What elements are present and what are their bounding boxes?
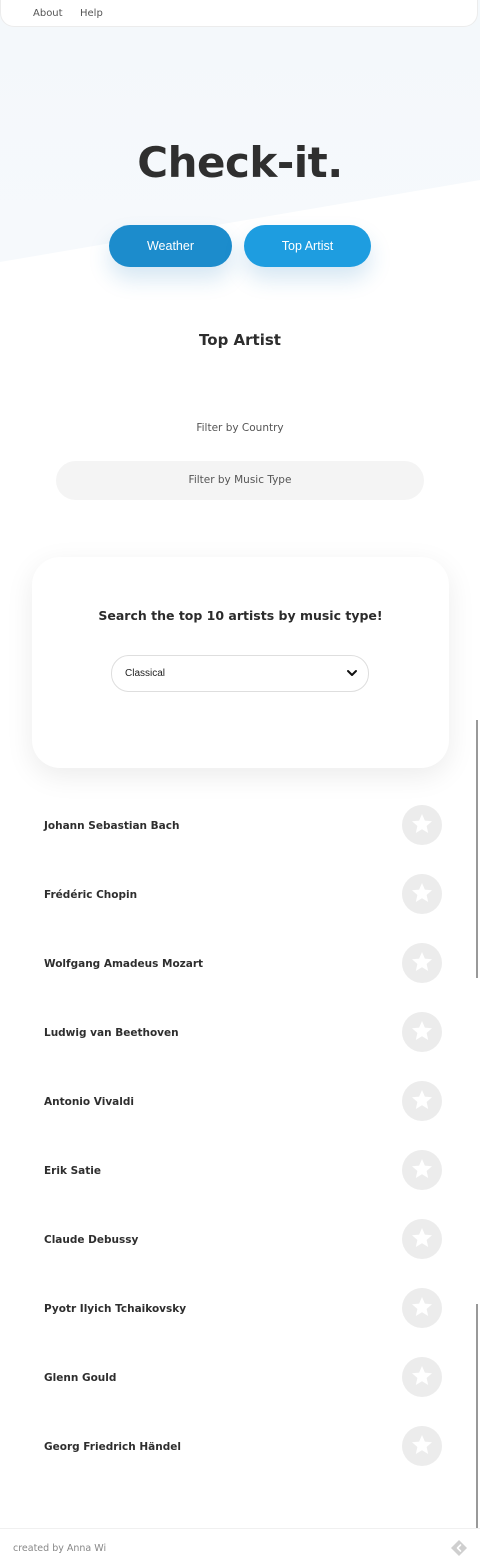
artist-row: Frédéric Chopin	[0, 861, 480, 930]
favorite-button[interactable]	[402, 1288, 442, 1328]
artist-name: Ludwig van Beethoven	[44, 1027, 179, 1039]
artist-name: Georg Friedrich Händel	[44, 1441, 181, 1453]
favorite-button[interactable]	[402, 874, 442, 914]
artist-row: Georg Friedrich Händel	[0, 1413, 480, 1482]
nav-about-link[interactable]: About	[33, 8, 63, 19]
star-icon	[412, 1090, 432, 1109]
artist-row: Ludwig van Beethoven	[0, 999, 480, 1068]
music-type-select[interactable]: Classical	[111, 655, 369, 692]
star-icon	[412, 1366, 432, 1385]
star-icon	[412, 883, 432, 902]
top-artist-button[interactable]: Top Artist	[244, 225, 371, 267]
favorite-button[interactable]	[402, 805, 442, 845]
app-title: Check-it.	[137, 138, 343, 187]
artist-row: Johann Sebastian Bach	[0, 792, 480, 861]
artist-name: Frédéric Chopin	[44, 889, 138, 901]
artist-row: Glenn Gould	[0, 1344, 480, 1413]
star-icon	[412, 1228, 432, 1247]
scrollbar-thumb[interactable]	[476, 720, 478, 978]
hero-background	[0, 0, 480, 262]
favorite-button[interactable]	[402, 1219, 442, 1259]
footer-divider	[0, 1528, 480, 1529]
weather-button[interactable]: Weather	[109, 225, 232, 267]
nav-help-link[interactable]: Help	[80, 8, 103, 19]
search-card: Search the top 10 artists by music type!…	[32, 557, 449, 768]
artist-list: Johann Sebastian Bach Frédéric Chopin Wolf…	[0, 792, 480, 1482]
star-icon	[412, 814, 432, 833]
artist-name: Wolfgang Amadeus Mozart	[44, 958, 204, 970]
scrollbar-thumb-lower[interactable]	[476, 1304, 478, 1528]
favorite-button[interactable]	[402, 943, 442, 983]
artist-row: Erik Satie	[0, 1137, 480, 1206]
star-icon	[412, 1159, 432, 1178]
favorite-button[interactable]	[402, 1081, 442, 1121]
artist-name: Antonio Vivaldi	[44, 1096, 134, 1108]
footer-credit: created by Anna Wi	[13, 1543, 107, 1554]
diamond-arrow-icon[interactable]	[450, 1539, 468, 1557]
artist-row: Claude Debussy	[0, 1206, 480, 1275]
star-icon	[412, 952, 432, 971]
favorite-button[interactable]	[402, 1357, 442, 1397]
section-title: Top Artist	[199, 331, 281, 349]
chevron-down-icon	[347, 670, 357, 676]
top-navigation: About Help	[0, 0, 478, 27]
star-icon	[412, 1435, 432, 1454]
artist-name: Glenn Gould	[44, 1372, 117, 1384]
star-icon	[412, 1021, 432, 1040]
star-icon	[412, 1297, 432, 1316]
music-type-selected-value: Classical	[125, 668, 166, 679]
filter-by-music-type-tab[interactable]: Filter by Music Type	[56, 461, 424, 500]
artist-name: Erik Satie	[44, 1165, 101, 1177]
favorite-button[interactable]	[402, 1012, 442, 1052]
artist-name: Claude Debussy	[44, 1234, 139, 1246]
artist-row: Pyotr Ilyich Tchaikovsky	[0, 1275, 480, 1344]
search-heading: Search the top 10 artists by music type!	[98, 608, 383, 623]
favorite-button[interactable]	[402, 1150, 442, 1190]
artist-name: Johann Sebastian Bach	[44, 820, 180, 832]
artist-row: Antonio Vivaldi	[0, 1068, 480, 1137]
artist-name: Pyotr Ilyich Tchaikovsky	[44, 1303, 187, 1315]
favorite-button[interactable]	[402, 1426, 442, 1466]
artist-row: Wolfgang Amadeus Mozart	[0, 930, 480, 999]
filter-by-country-tab[interactable]: Filter by Country	[0, 422, 480, 434]
